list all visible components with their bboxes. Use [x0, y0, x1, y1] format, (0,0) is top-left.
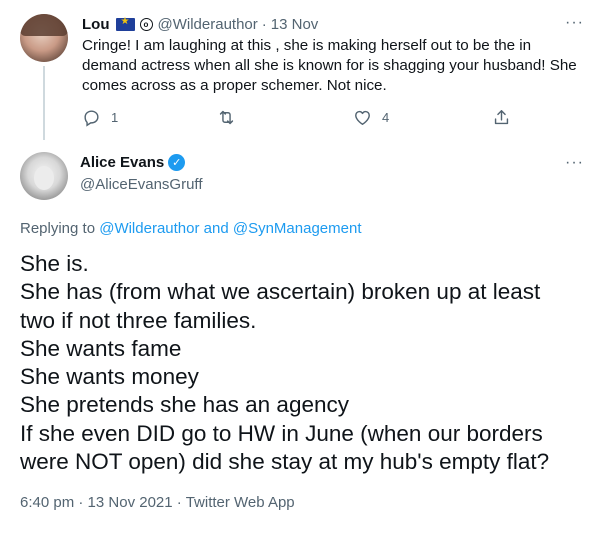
author-avatar[interactable] — [20, 14, 68, 62]
author-handle[interactable]: @Wilderauthor — [158, 16, 258, 33]
meta-separator: · — [78, 494, 84, 511]
verified-badge-icon: ✓ — [168, 154, 186, 171]
tweet-header: Lou o @Wilderauthor · 13 Nov — [82, 14, 318, 34]
retweet-button[interactable] — [217, 108, 246, 127]
main-tweet: Alice Evans ✓ @AliceEvansGruff ··· Reply… — [0, 140, 600, 543]
tweet-time[interactable]: 6:40 pm — [20, 494, 74, 511]
tweet-date[interactable]: 13 Nov — [271, 16, 319, 33]
author-name[interactable]: Lou — [82, 16, 110, 33]
tweet-line: If she even DID go to HW in June (when o… — [20, 420, 543, 446]
author-avatar[interactable] — [20, 152, 68, 200]
tweet-line: She wants money — [20, 364, 199, 390]
circle-emoji-icon: o — [139, 17, 153, 31]
like-button[interactable]: 4 — [353, 108, 389, 127]
share-button[interactable] — [492, 108, 511, 127]
more-options-icon[interactable]: ··· — [565, 14, 584, 32]
tweet-date[interactable]: 13 Nov 2021 — [88, 494, 173, 511]
tweet-line: were NOT open) did she stay at my hub's … — [20, 449, 550, 475]
author-name[interactable]: Alice Evans — [80, 154, 164, 171]
tweet-line: She pretends she has an agency — [20, 392, 349, 418]
author-name-row[interactable]: Alice Evans ✓ — [80, 154, 186, 171]
more-options-icon[interactable]: ··· — [565, 154, 584, 172]
parent-tweet[interactable]: Lou o @Wilderauthor · 13 Nov ··· Cringe!… — [0, 0, 600, 140]
eu-flag-icon — [115, 16, 135, 31]
tweet-text: Cringe! I am laughing at this , she is m… — [82, 37, 577, 94]
tweet-line: She is. — [20, 251, 89, 276]
tweet-body: She is. She has (from what we ascertain)… — [20, 250, 580, 476]
replying-to: Replying to @Wilderauthor and @SynManage… — [20, 220, 362, 237]
meta-separator: · — [176, 494, 182, 511]
reply-button[interactable]: 1 — [82, 108, 118, 127]
retweet-icon — [219, 110, 234, 125]
share-icon — [494, 110, 509, 125]
like-count: 4 — [382, 110, 390, 125]
replying-to-user-2[interactable]: @SynManagement — [233, 220, 362, 237]
replying-to-and: and — [203, 220, 229, 237]
replying-to-prefix: Replying to — [20, 220, 96, 237]
tweet-line: She wants fame — [20, 335, 182, 361]
reply-count: 1 — [111, 110, 119, 125]
replying-to-user-1[interactable]: @Wilderauthor — [99, 220, 199, 237]
tweet-client[interactable]: Twitter Web App — [186, 494, 295, 511]
header-separator: · — [261, 15, 267, 33]
tweet-line: two if not three families. — [20, 307, 257, 333]
heart-icon — [355, 110, 370, 125]
tweet-actions: 1 4 — [82, 108, 522, 132]
thread-connector-line — [43, 66, 45, 140]
tweet-metadata: 6:40 pm · 13 Nov 2021 · Twitter Web App — [20, 494, 295, 511]
author-handle[interactable]: @AliceEvansGruff — [80, 176, 203, 193]
reply-icon — [84, 110, 99, 127]
tweet-line: She has (from what we ascertain) broken … — [20, 279, 541, 305]
